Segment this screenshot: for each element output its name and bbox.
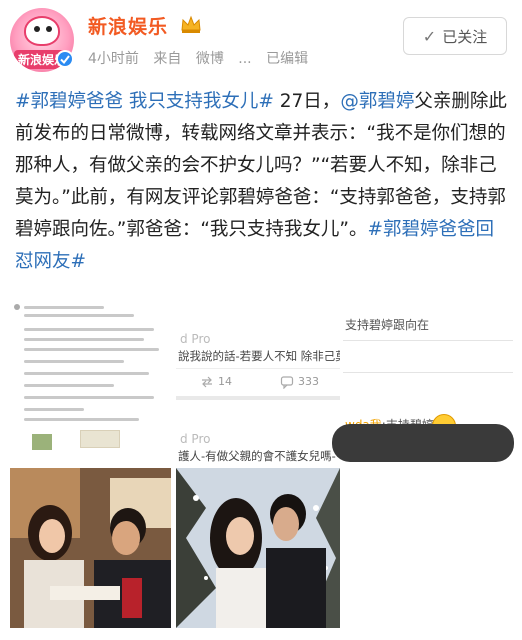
image-grid: d Pro 說我說的話-若要人不知 除非己莫為-屬 14 333 d Pro 護…	[10, 298, 340, 628]
verified-badge-icon	[56, 50, 74, 68]
post-text-segment: 27日，	[273, 91, 341, 112]
post-header: 新浪娱乐 新浪娱乐 4小时前 来自 微博 ... 已编辑 ✓ 已关注	[0, 0, 522, 78]
post-text: #郭碧婷爸爸 我只支持我女儿# 27日，@郭碧婷父亲删除此前发布的日常微博，转载…	[15, 86, 510, 278]
more-ellipsis[interactable]: ...	[238, 51, 251, 67]
divider	[343, 340, 513, 341]
image-thumbnail-quote[interactable]: d Pro 說我說的話-若要人不知 除非己莫為-屬 14 333 d Pro 護…	[176, 298, 340, 464]
check-icon: ✓	[422, 26, 437, 46]
post-text-segment: 父亲删除此前发布的日常微博，转载网络文章并表示：“我不是你们想的那种人，有做父亲…	[15, 91, 507, 240]
thumbnail-image-icon	[32, 434, 52, 450]
mascot-eye-icon	[34, 26, 40, 32]
follow-button-label: 已关注	[442, 27, 488, 46]
source-prefix: 来自	[153, 51, 182, 67]
repost-count: 14	[218, 375, 232, 388]
quote-stats: 14 333	[176, 368, 340, 396]
divider	[343, 372, 513, 373]
post-time: 4小时前	[88, 51, 139, 67]
divider	[176, 396, 340, 400]
redaction-mark	[332, 424, 514, 462]
image-thumbnail-photo[interactable]	[176, 468, 340, 628]
post-source[interactable]: 微博	[196, 51, 224, 67]
repost-icon	[202, 376, 212, 388]
avatar-dot-icon	[14, 304, 20, 310]
quote-text: 護人-有做父親的會不護女兒嗎-	[178, 449, 336, 463]
account-name[interactable]: 新浪娱乐	[88, 12, 168, 39]
image-thumbnail-screenshot[interactable]	[10, 298, 171, 464]
image-thumbnail-photo[interactable]	[10, 468, 171, 628]
mascot-icon	[24, 16, 60, 46]
mention-link[interactable]: @郭碧婷	[340, 91, 414, 112]
comment-count: 333	[298, 375, 319, 388]
quote-handle: d Pro	[180, 332, 211, 346]
crown-icon	[181, 15, 201, 33]
quote-text: 說我說的話-若要人不知 除非己莫為-屬	[178, 349, 340, 363]
mascot-eye-icon	[46, 26, 52, 32]
quote-handle: d Pro	[180, 432, 211, 446]
hashtag-link[interactable]: #郭碧婷爸爸 我只支持我女儿#	[15, 91, 274, 112]
comment-icon	[280, 376, 294, 389]
edited-label[interactable]: 已编辑	[266, 51, 308, 67]
snow-couple-photo-icon	[176, 468, 340, 628]
post-meta: 4小时前 来自 微博 ... 已编辑	[88, 48, 318, 68]
link-card-icon	[80, 430, 120, 448]
follow-button[interactable]: ✓ 已关注	[403, 17, 507, 55]
comment-text: 支持碧婷跟向在	[345, 318, 430, 332]
couple-photo-icon	[10, 468, 171, 628]
